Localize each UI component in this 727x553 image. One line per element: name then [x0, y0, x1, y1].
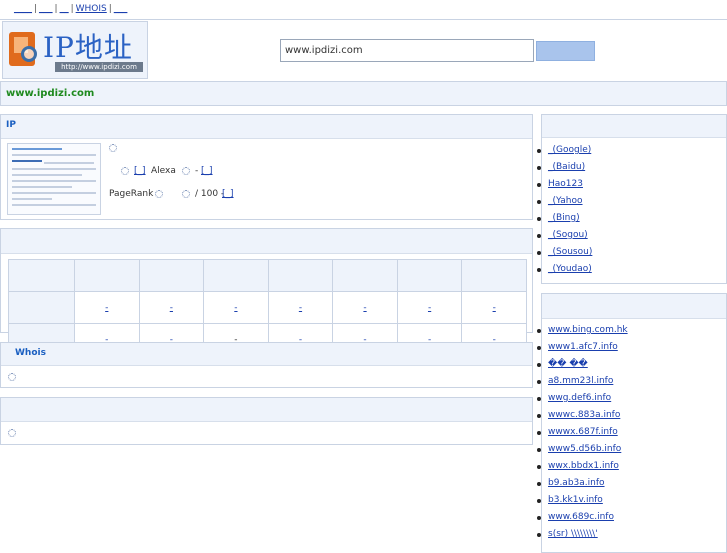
rank-panel: - - - - - - - - - - - - - - [0, 228, 533, 356]
alexa-link[interactable]: [_] [201, 166, 213, 176]
domain-bar: www.ipdizi.com [0, 81, 727, 106]
table-cell-link[interactable]: - [299, 303, 302, 313]
top-divider [0, 19, 727, 20]
engine-link-yahoo[interactable]: _(Yahoo [548, 196, 583, 206]
site-link[interactable]: �� �� [548, 359, 588, 369]
pagerank-link[interactable]: [_] [222, 189, 234, 199]
logo-url: http://www.ipdizi.com [55, 62, 143, 72]
ip-panel: IP [_] Alexa - [_] PageRank / 100 - [_] [0, 114, 533, 220]
whois-title: Whois [15, 348, 46, 358]
loading-icon [121, 167, 129, 175]
rank-panel-header [1, 229, 532, 254]
whois-panel-header: Whois [1, 343, 532, 366]
ip-link[interactable]: [_] [134, 166, 146, 176]
nav-link-2[interactable]: ___ [39, 4, 53, 14]
table-cell-link[interactable]: - [428, 303, 431, 313]
ip-panel-header: IP [1, 115, 532, 139]
pagerank-score: / 100 - [195, 189, 225, 199]
logo-title: IP地址 [43, 31, 133, 64]
site-link[interactable]: wwwx.687f.info [548, 427, 618, 437]
table-cell-link[interactable]: - [234, 303, 237, 313]
site-link[interactable]: a8.mm23l.info [548, 376, 613, 386]
table-cell-link[interactable]: - [170, 303, 173, 313]
loading-icon [182, 167, 190, 175]
site-link[interactable]: www.689c.info [548, 512, 614, 522]
site-link[interactable]: b3.kk1v.info [548, 495, 603, 505]
table-cell-link[interactable]: - [105, 303, 108, 313]
engine-link-youdao[interactable]: _(Youdao) [548, 264, 592, 274]
site-link[interactable]: wwwc.883a.info [548, 410, 620, 420]
site-link[interactable]: s(sr) \\\\\\\\' [548, 529, 598, 539]
related-sites-header [542, 294, 726, 319]
nav-link-3[interactable]: __ [60, 4, 69, 14]
engine-link-sousou[interactable]: _(Sousou) [548, 247, 592, 257]
extra-panel [0, 397, 533, 445]
pagerank-label: PageRank [109, 189, 154, 199]
site-link[interactable]: www.bing.com.hk [548, 325, 628, 335]
loading-icon [8, 429, 16, 437]
loading-icon [8, 373, 16, 381]
loading-icon [109, 144, 117, 152]
engine-link-hao123[interactable]: Hao123 [548, 179, 583, 189]
alexa-label: Alexa [151, 166, 176, 176]
whois-panel: Whois [0, 342, 533, 388]
nav-link-5[interactable]: ___ [114, 4, 128, 14]
ip-panel-title: IP [6, 120, 16, 130]
nav-link-whois[interactable]: WHOIS [76, 4, 107, 14]
engine-link-sogou[interactable]: _(Sogou) [548, 230, 588, 240]
site-link[interactable]: wwg.def6.info [548, 393, 611, 403]
search-input[interactable] [280, 39, 534, 62]
loading-icon [182, 190, 190, 198]
site-link[interactable]: b9.ab3a.info [548, 478, 605, 488]
magnifier-icon [21, 46, 37, 62]
table-header-row [8, 259, 527, 292]
site-link[interactable]: wwx.bbdx1.info [548, 461, 619, 471]
alexa-dash: - [195, 166, 199, 176]
loading-icon [155, 190, 163, 198]
site-thumbnail[interactable] [7, 143, 101, 215]
site-link[interactable]: www5.d56b.info [548, 444, 621, 454]
site-logo[interactable]: IP地址 http://www.ipdizi.com [2, 21, 148, 79]
top-nav: ____ | ___ | __ | WHOIS | ___ [14, 4, 128, 14]
engine-link-bing[interactable]: _(Bing) [548, 213, 580, 223]
domain-title: www.ipdizi.com [6, 88, 95, 99]
search-button[interactable] [536, 41, 595, 61]
site-link[interactable]: www1.afc7.info [548, 342, 618, 352]
engine-link-google[interactable]: _(Google) [548, 145, 591, 155]
search-engines-header [542, 115, 726, 138]
nav-link-1[interactable]: ____ [14, 4, 32, 14]
table-cell-link[interactable]: - [493, 303, 496, 313]
table-row: - - - - - - - [8, 291, 527, 324]
engine-link-baidu[interactable]: _(Baidu) [548, 162, 585, 172]
table-cell-link[interactable]: - [363, 303, 366, 313]
extra-panel-header [1, 398, 532, 422]
